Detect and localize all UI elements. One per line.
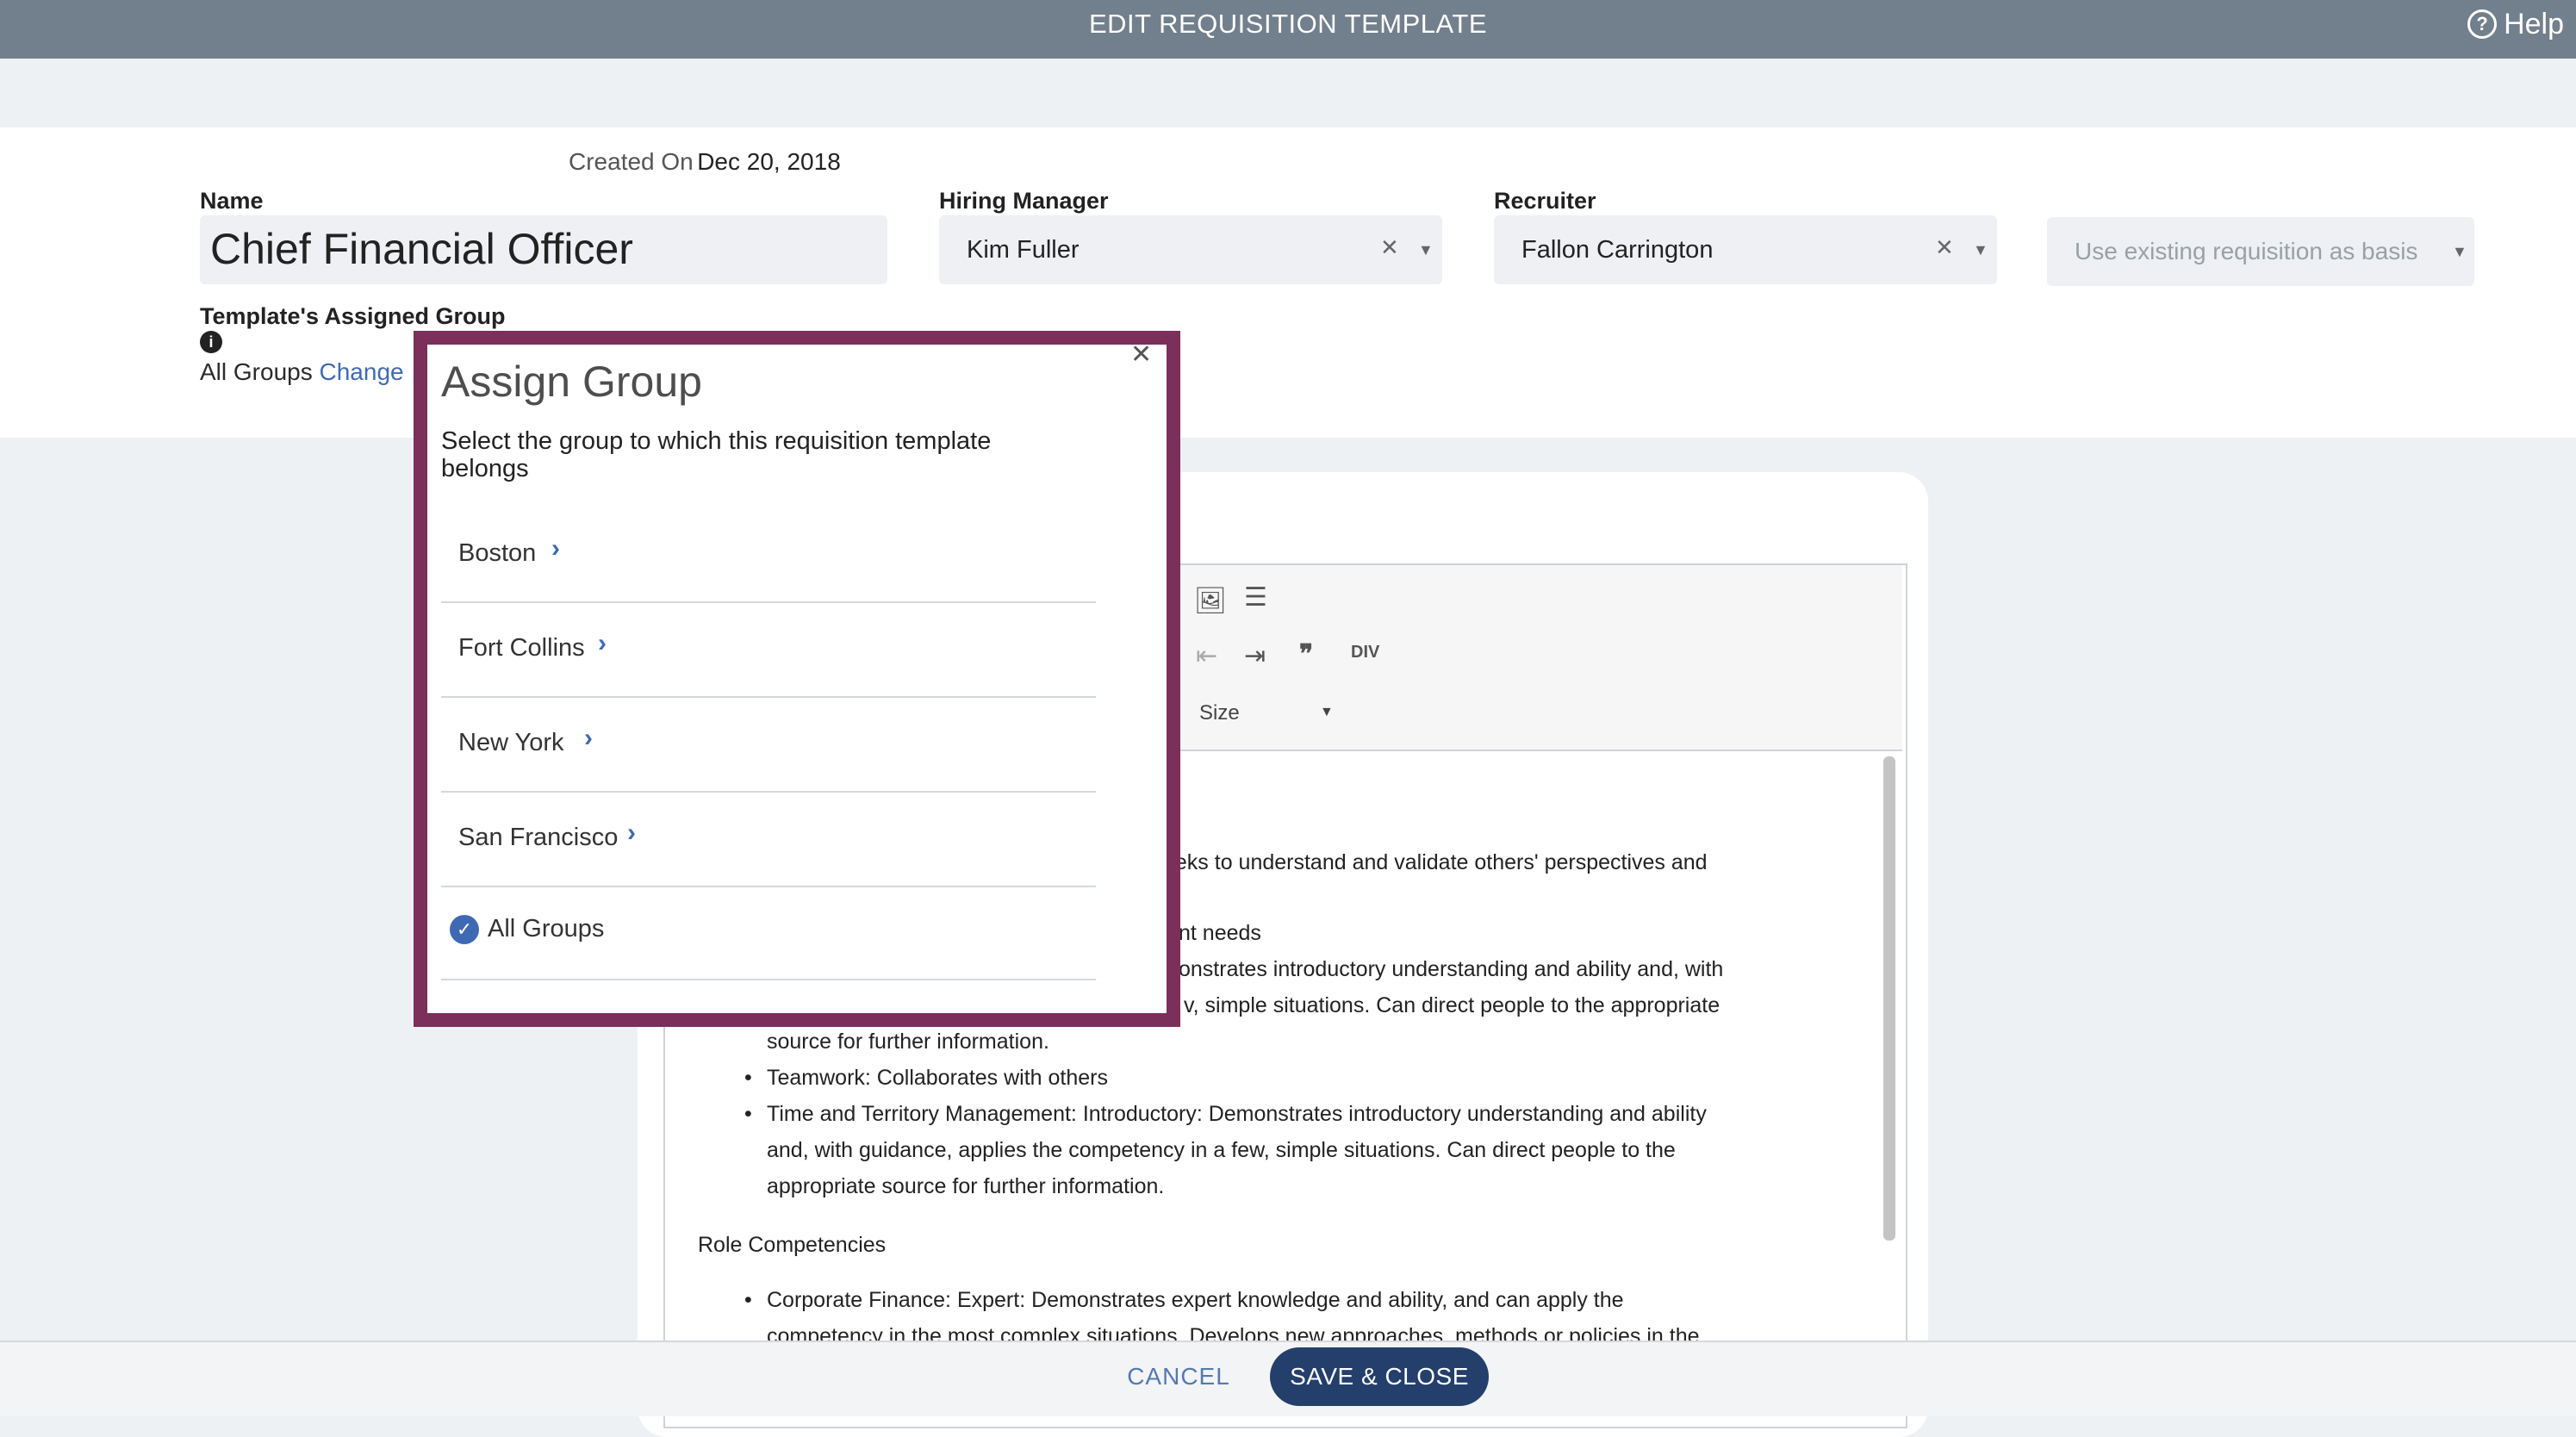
clear-icon[interactable]: ✕ [1935,234,1954,261]
editor-bullet-item: Teamwork: Collaborates with others [744,1060,1108,1096]
chevron-right-icon: › [551,534,560,563]
editor-text-line: v, simple situations. Can direct people … [1184,993,1720,1017]
page-title: EDIT REQUISITION TEMPLATE [1088,9,1488,39]
basis-placeholder: Use existing requisition as basis [2075,238,2418,264]
cancel-button[interactable]: CANCEL [1120,1351,1237,1403]
created-on-value: Dec 20, 2018 [697,148,841,175]
group-option-fort-collins[interactable]: Fort Collins › [441,603,1096,698]
editor-text-line: source for further information. [767,1030,1049,1054]
recruiter-value: Fallon Carrington [1521,236,1714,264]
recruiter-label: Recruiter [1494,188,1596,214]
editor-text-line: eeks to understand and validate others' … [1163,850,1708,874]
assigned-group-label: Template's Assigned Group [200,303,506,329]
group-option-label: Boston [458,539,537,567]
horizontal-line-icon[interactable]: ☰ [1244,582,1267,613]
editor-text-line: onstrates introductory understanding and… [1179,957,1724,981]
group-option-label: All Groups [488,915,605,942]
chevron-right-icon: › [627,818,636,847]
editor-bullet-item: Corporate Finance: Expert: Demonstrates … [744,1282,1624,1318]
requisition-basis-select[interactable]: Use existing requisition as basis ▼ [2047,217,2474,286]
close-icon[interactable]: ✕ [1130,339,1152,370]
help-label: Help [2504,7,2564,40]
name-field[interactable]: Chief Financial Officer [200,215,887,284]
recruiter-select[interactable]: Fallon Carrington ✕ ▼ [1494,215,1997,284]
check-circle-icon: ✓ [450,915,479,944]
group-option-new-york[interactable]: New York › [441,698,1096,793]
hiring-manager-select[interactable]: Kim Fuller ✕ ▼ [939,215,1442,284]
caret-down-icon: ▼ [1418,241,1434,258]
group-option-label: Fort Collins [458,634,585,662]
caret-down-icon: ▼ [2452,243,2467,260]
blockquote-icon[interactable]: ❞ [1299,639,1313,669]
indent-icon[interactable]: ⇥ [1244,641,1266,671]
outdent-icon[interactable]: ⇤ [1196,641,1217,671]
caret-down-icon: ▼ [1973,241,1988,258]
group-option-label: San Francisco [458,824,619,851]
group-option-all-groups[interactable]: ✓ All Groups [441,886,1096,980]
editor-text-line: nt needs [1179,921,1261,945]
editor-text-line: and, with guidance, applies the competen… [767,1138,1676,1162]
hiring-manager-label: Hiring Manager [939,188,1109,214]
image-icon[interactable]: 🖼 [1194,586,1227,616]
created-on-label: Created On [569,148,694,175]
editor-bullet-item: Time and Territory Management: Introduct… [744,1096,1707,1132]
chevron-right-icon: › [584,724,593,752]
group-option-san-francisco[interactable]: San Francisco › [441,793,1096,887]
assigned-group-value: All Groups [200,358,313,385]
chevron-right-icon: › [598,629,607,657]
hiring-manager-value: Kim Fuller [967,236,1080,264]
modal-description: Select the group to which this requisiti… [441,427,992,482]
save-close-button[interactable]: SAVE & CLOSE [1270,1347,1489,1406]
editor-heading: Role Competencies [698,1233,887,1257]
name-label: Name [200,188,264,214]
editor-scrollbar[interactable] [1883,756,1895,1241]
caret-down-icon[interactable]: ▼ [1320,705,1334,720]
clear-icon[interactable]: ✕ [1380,234,1399,261]
name-value: Chief Financial Officer [210,225,633,273]
group-option-label: New York [458,729,564,756]
change-group-link[interactable]: Change [320,358,404,385]
help-button[interactable]: ? Help [2467,5,2564,43]
question-circle-icon: ? [2467,9,2498,39]
modal-title: Assign Group [441,358,702,406]
div-container-icon[interactable]: DIV [1351,643,1379,663]
group-option-boston[interactable]: Boston › [441,508,1096,603]
info-icon[interactable]: i [200,331,222,353]
font-size-label[interactable]: Size [1199,701,1240,725]
editor-text-line: appropriate source for further informati… [767,1174,1165,1198]
